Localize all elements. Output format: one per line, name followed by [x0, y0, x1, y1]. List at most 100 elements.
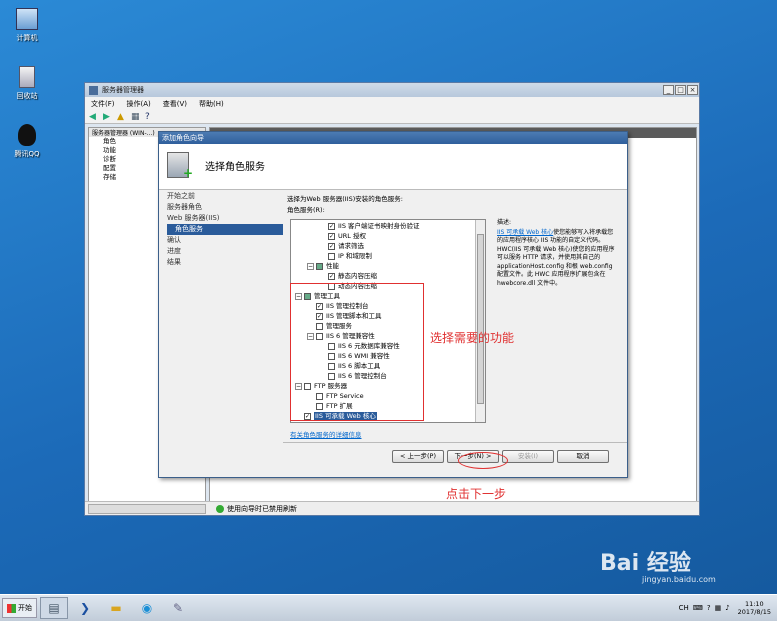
up-folder-icon[interactable]: ▲: [117, 112, 127, 122]
help-icon[interactable]: ?: [707, 604, 711, 612]
list-scrollbar[interactable]: [475, 220, 485, 422]
install-button[interactable]: 安装(I): [502, 450, 554, 463]
help-icon[interactable]: ?: [145, 112, 155, 122]
wizard-nav-item[interactable]: 服务器角色: [159, 202, 283, 213]
refresh-status-icon: [216, 504, 224, 513]
start-label: 开始: [18, 604, 32, 612]
baidu-logo: Bai 经验: [600, 551, 691, 576]
status-text: 使用向导时已禁用刷新: [227, 504, 297, 513]
browser-icon: ◉: [141, 601, 153, 615]
start-button[interactable]: 开始: [2, 598, 37, 618]
menu-action[interactable]: 操作(A): [127, 99, 151, 109]
wizard-description: 选择为Web 服务器(IIS)安装的角色服务:: [287, 195, 403, 203]
keyboard-icon[interactable]: ⌨: [693, 604, 703, 612]
role-service-item[interactable]: ✓ 请求筛选: [319, 242, 364, 251]
baidu-url: jingyan.baidu.com: [642, 575, 716, 584]
role-service-item[interactable]: ✓ IIS 客户端证书映射身份验证: [319, 222, 420, 231]
input-language[interactable]: CH: [679, 604, 689, 612]
desktop-icon-recycle-bin[interactable]: 回收站: [2, 66, 52, 101]
menu-view[interactable]: 查看(V): [163, 99, 187, 109]
back-arrow-icon[interactable]: ◀: [89, 112, 99, 122]
server-add-icon: [167, 152, 193, 180]
service-label: 静态内容压缩: [338, 272, 377, 280]
wizard-nav-item[interactable]: 角色服务: [167, 224, 283, 235]
taskbar-browser[interactable]: ◉: [133, 597, 161, 619]
description-title: 描述:: [497, 219, 512, 226]
tool-icon: ✎: [172, 601, 184, 615]
service-label: IIS 客户端证书映射身份验证: [338, 222, 420, 230]
folder-icon: ▬: [110, 601, 122, 615]
server-manager-icon: [89, 85, 98, 95]
service-label: IP 和域限制: [338, 252, 372, 260]
service-checkbox[interactable]: [316, 263, 323, 270]
expand-toggle-icon[interactable]: −: [307, 263, 314, 270]
wizard-nav-item[interactable]: Web 服务器(IIS): [159, 213, 283, 224]
role-service-item[interactable]: ✓ URL 授权: [319, 232, 366, 241]
wizard-titlebar: 添加角色向导: [159, 132, 627, 144]
service-description: 描述: IIS 可承载 Web 核心使您能够写入将承载您的应用程序核心 IIS …: [497, 219, 619, 288]
forward-arrow-icon[interactable]: ▶: [103, 112, 113, 122]
clock-time: 11:10: [744, 600, 764, 608]
volume-icon[interactable]: ♪: [725, 604, 729, 612]
annotation-next-text: 点击下一步: [446, 487, 507, 501]
role-service-item[interactable]: IP 和域限制: [319, 252, 372, 261]
tree-horizontal-scrollbar[interactable]: [88, 503, 206, 514]
menu-file[interactable]: 文件(F): [91, 99, 115, 109]
taskbar-powershell[interactable]: ❯: [71, 597, 99, 619]
wizard-nav-item[interactable]: 结果: [159, 257, 283, 268]
baidu-watermark: Bai 经验 jingyan.baidu.com: [600, 545, 716, 584]
list-scroll-thumb[interactable]: [477, 234, 484, 404]
menu-help[interactable]: 帮助(H): [199, 99, 224, 109]
service-checkbox[interactable]: ✓: [328, 223, 335, 230]
service-checkbox[interactable]: ✓: [328, 243, 335, 250]
service-label: URL 授权: [338, 232, 366, 240]
server-manager-icon: ▤: [48, 601, 60, 615]
desktop-icon-qq[interactable]: 腾讯QQ: [2, 124, 52, 159]
wizard-nav-item[interactable]: 确认: [159, 235, 283, 246]
annotation-select-text: 选择需要的功能: [430, 331, 515, 345]
service-checkbox[interactable]: ✓: [328, 233, 335, 240]
server-manager-titlebar: 服务器管理器 _ □ ×: [85, 83, 699, 97]
toolbar: ◀ ▶ ▲ ▦ ?: [85, 110, 699, 124]
wizard-nav-item[interactable]: 进度: [159, 246, 283, 257]
powershell-icon: ❯: [79, 601, 91, 615]
annotation-select-box: [290, 283, 424, 421]
maximize-button[interactable]: □: [675, 85, 686, 95]
wizard-page-title: 选择角色服务: [205, 162, 265, 173]
service-label: 性能: [326, 262, 339, 270]
status-bar: 使用向导时已禁用刷新: [85, 501, 699, 515]
service-checkbox[interactable]: [328, 253, 335, 260]
taskbar: 开始 ▤ ❯ ▬ ◉ ✎ CH ⌨ ? ▦ ♪ 11:10 2017/8/15: [0, 594, 777, 621]
taskbar-tool[interactable]: ✎: [164, 597, 192, 619]
taskbar-server-manager[interactable]: ▤: [40, 597, 68, 619]
computer-icon: [16, 8, 38, 30]
annotation-next-oval: [458, 452, 508, 469]
description-body: 使您能够写入将承载您的应用程序核心 IIS 功能的自定义代码。HWC(IIS 可…: [497, 228, 615, 287]
close-button[interactable]: ×: [687, 85, 698, 95]
network-icon[interactable]: ▦: [715, 604, 722, 612]
console-tree-icon[interactable]: ▦: [131, 112, 141, 122]
system-tray: CH ⌨ ? ▦ ♪ 11:10 2017/8/15: [675, 600, 771, 616]
service-checkbox[interactable]: ✓: [328, 273, 335, 280]
taskbar-explorer[interactable]: ▬: [102, 597, 130, 619]
role-service-item[interactable]: ✓ 静态内容压缩: [319, 272, 377, 281]
wizard-header: 选择角色服务: [159, 144, 627, 190]
wizard-nav: 开始之前 服务器角色 Web 服务器(IIS) 角色服务 确认 进度 结果: [159, 191, 283, 441]
wizard-separator: [283, 442, 627, 443]
cancel-button[interactable]: 取消: [557, 450, 609, 463]
role-service-item[interactable]: − 性能: [307, 262, 339, 271]
role-services-label: 角色服务(R):: [287, 206, 325, 214]
service-label: 请求筛选: [338, 242, 364, 250]
wizard-nav-item[interactable]: 开始之前: [159, 191, 283, 202]
recycle-bin-icon: [19, 66, 35, 88]
clock[interactable]: 11:10 2017/8/15: [738, 600, 771, 616]
desktop-icon-computer[interactable]: 计算机: [2, 8, 52, 43]
more-info-link[interactable]: 有关角色服务的详细信息: [290, 429, 362, 439]
menubar: 文件(F) 操作(A) 查看(V) 帮助(H): [85, 97, 699, 110]
window-title: 服务器管理器: [102, 86, 144, 94]
minimize-button[interactable]: _: [663, 85, 674, 95]
description-link[interactable]: IIS 可承载 Web 核心: [497, 229, 553, 236]
qq-icon: [18, 124, 36, 146]
windows-flag-icon: [7, 603, 16, 613]
previous-button[interactable]: < 上一步(P): [392, 450, 444, 463]
